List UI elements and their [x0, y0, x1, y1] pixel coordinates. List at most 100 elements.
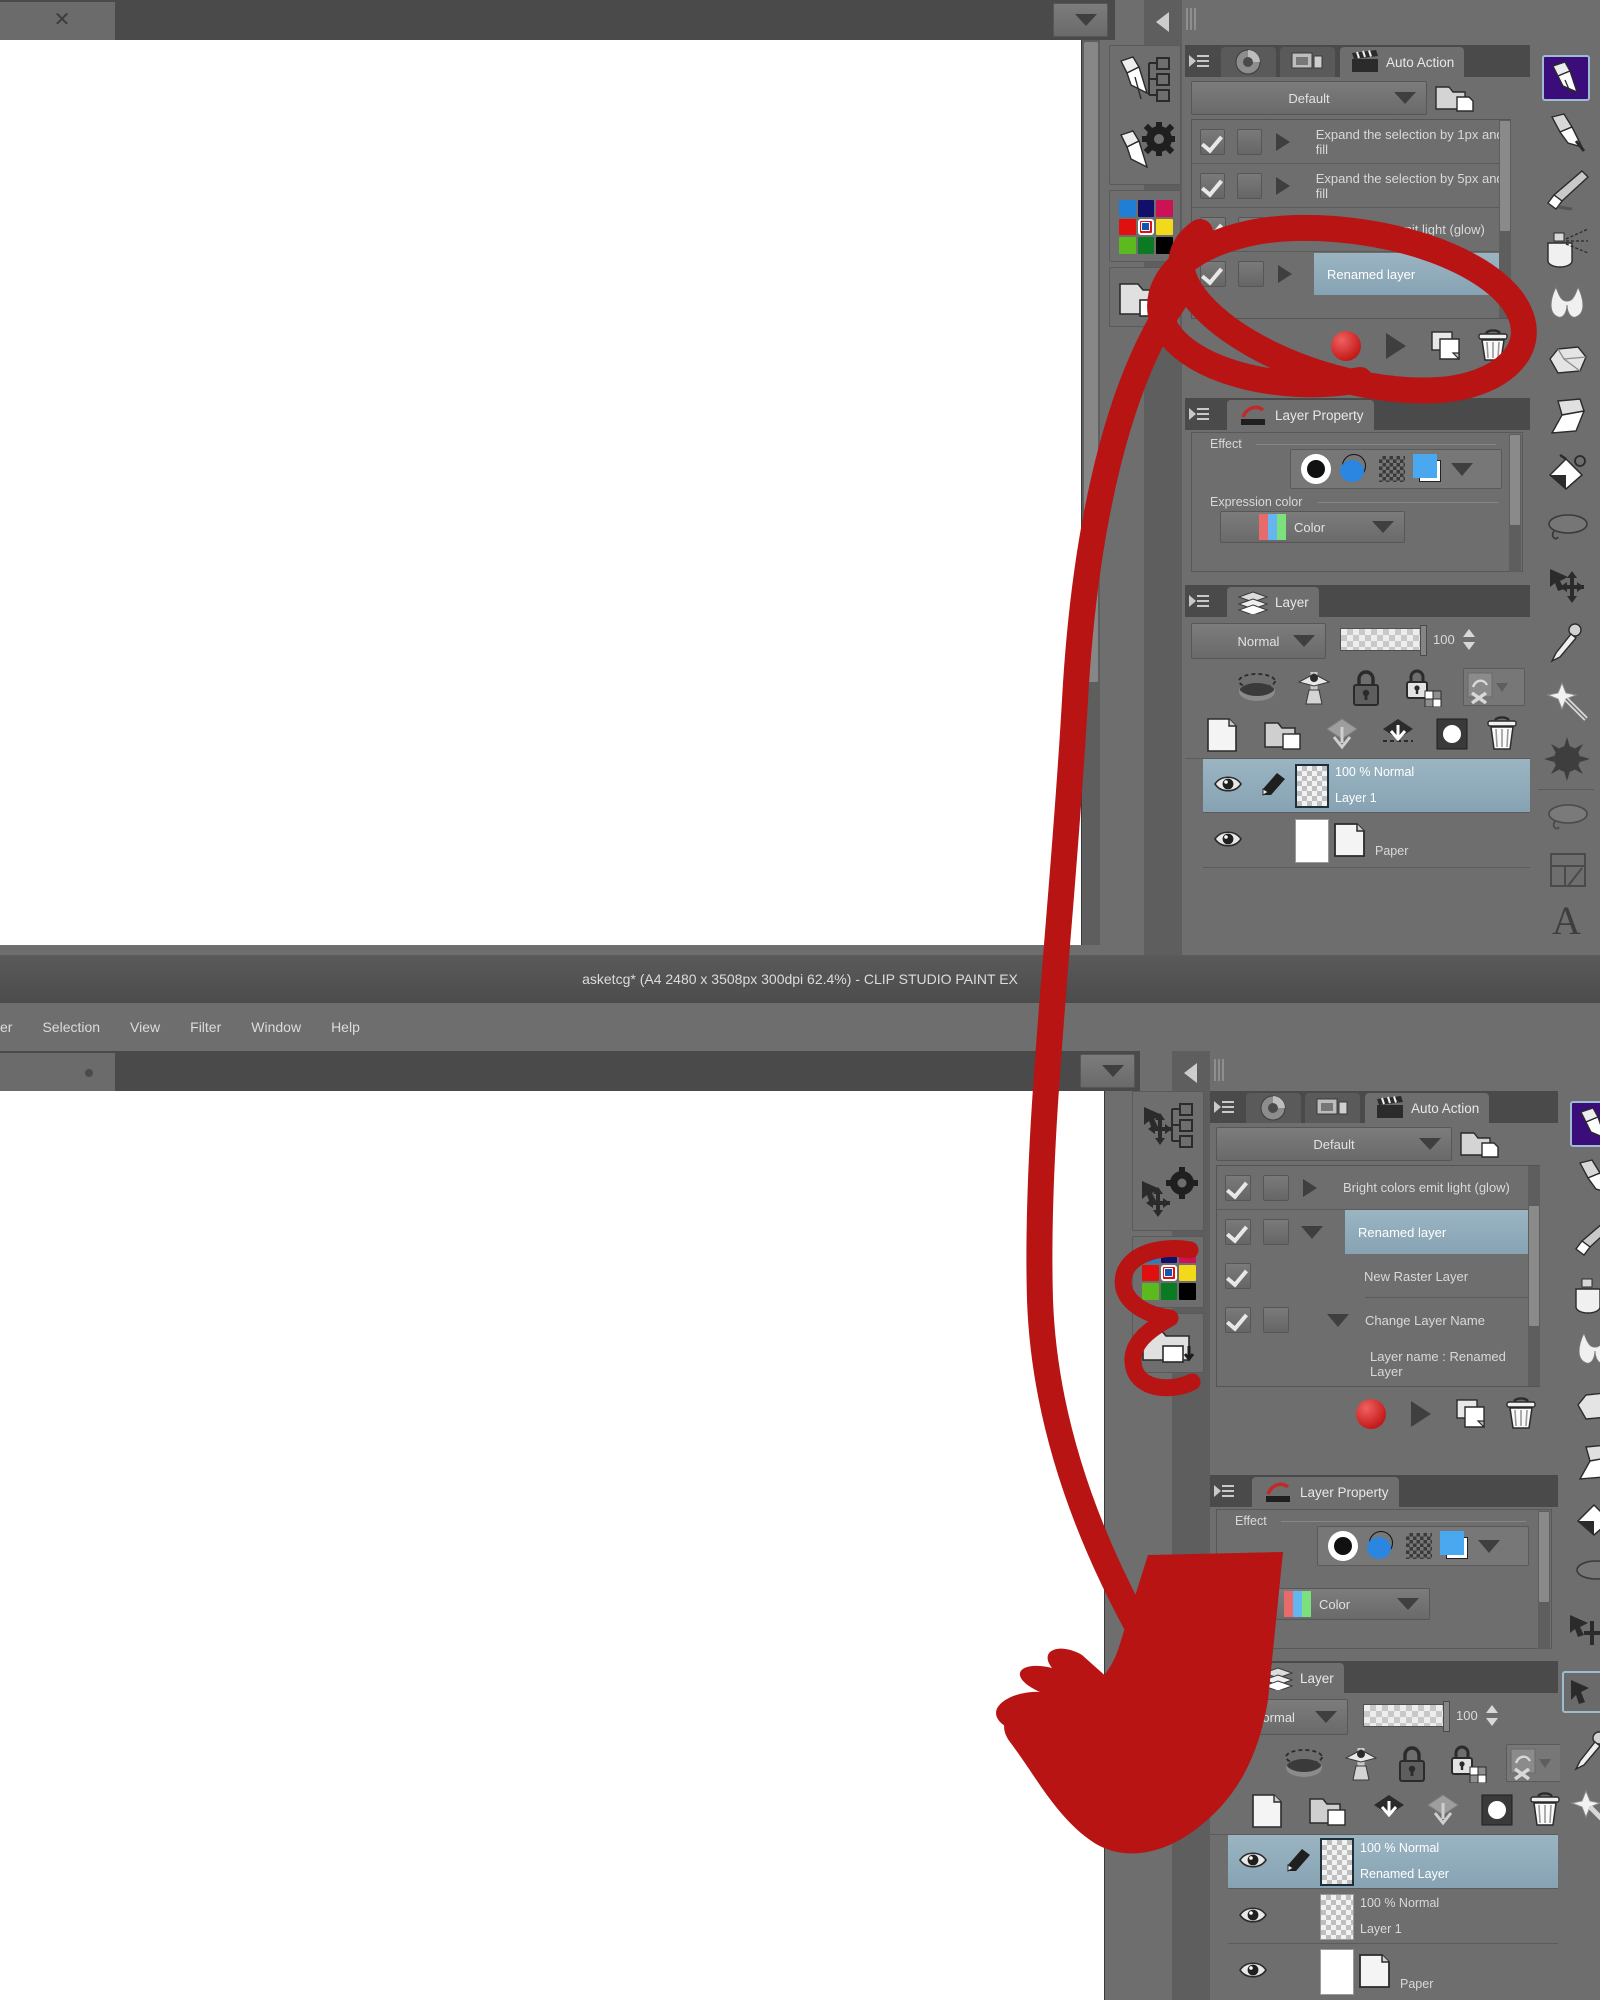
combine-down-icon[interactable]: [1426, 1793, 1460, 1832]
duplicate-icon[interactable]: [1456, 1399, 1490, 1432]
chevron-down-icon[interactable]: [1327, 1313, 1349, 1327]
layer-edit-icon[interactable]: [1284, 1847, 1312, 1876]
record-icon[interactable]: [1356, 1399, 1386, 1429]
layer-thumbnail[interactable]: [1320, 1949, 1354, 1995]
play-icon[interactable]: [1386, 333, 1406, 359]
material-icon[interactable]: [1116, 274, 1176, 322]
list-item[interactable]: Renamed layer: [1192, 252, 1510, 296]
action-enable-checkbox[interactable]: [1200, 128, 1225, 155]
tab-material[interactable]: [1246, 1093, 1301, 1123]
lock-layer-icon[interactable]: [1350, 669, 1382, 710]
action-enable-checkbox[interactable]: [1225, 1219, 1251, 1245]
opacity-stepper[interactable]: [1463, 629, 1477, 655]
tab-layer-property[interactable]: Layer Property: [1227, 400, 1374, 430]
panel-menu-icon[interactable]: [1189, 46, 1211, 76]
tab-auto-action[interactable]: Auto Action: [1365, 1093, 1490, 1123]
auto-action-list-scrollbar[interactable]: [1499, 120, 1511, 318]
opacity-stepper[interactable]: [1486, 1705, 1500, 1731]
pen-settings-icon[interactable]: [1114, 116, 1178, 178]
menu-item-selection[interactable]: Selection: [42, 1019, 100, 1035]
tab-sub-view[interactable]: [1305, 1093, 1360, 1123]
chevron-right-icon[interactable]: [1303, 1178, 1317, 1197]
trash-icon[interactable]: [1476, 327, 1510, 366]
action-enable-checkbox[interactable]: [1225, 1307, 1251, 1333]
canvas-tab-overflow-button[interactable]: [1080, 1054, 1135, 1088]
blend-mode-dropdown[interactable]: Normal: [1191, 623, 1326, 659]
halftone-icon[interactable]: [1406, 1533, 1432, 1559]
panel-menu-icon[interactable]: [1214, 1662, 1236, 1692]
airbrush-icon[interactable]: [1572, 1273, 1600, 1318]
brush-icon[interactable]: [1546, 169, 1590, 214]
layer-color-icon[interactable]: [1440, 1531, 1472, 1561]
chevron-down-icon[interactable]: [1301, 1225, 1323, 1239]
layer-row[interactable]: 100 % Normal Layer 1: [1228, 1890, 1558, 1944]
tab-auto-action[interactable]: Auto Action: [1340, 47, 1465, 77]
tone-effect-icon[interactable]: [1366, 1531, 1398, 1561]
auto-action-list[interactable]: Bright colors emit light (glow) Renamed …: [1216, 1165, 1540, 1387]
layer-thumbnail[interactable]: [1295, 819, 1329, 863]
lasso-icon[interactable]: [1546, 511, 1590, 546]
effect-dropdown-caret[interactable]: [1451, 462, 1473, 476]
layer-edit-icon[interactable]: [1259, 771, 1287, 800]
blend-icon[interactable]: [1574, 1331, 1600, 1370]
opacity-slider[interactable]: [1340, 625, 1427, 656]
expression-color-dropdown[interactable]: Color: [1245, 1588, 1430, 1620]
action-dialog-checkbox[interactable]: [1238, 261, 1264, 287]
menu-item-view[interactable]: View: [130, 1019, 160, 1035]
halftone-icon[interactable]: [1379, 456, 1405, 482]
opacity-slider[interactable]: [1363, 1701, 1450, 1732]
tab-layer[interactable]: Layer: [1227, 587, 1319, 617]
canvas-area[interactable]: [0, 40, 1082, 945]
list-item[interactable]: Expand the selection by 5px and fill: [1192, 164, 1510, 208]
color-swatch-grid[interactable]: [1142, 1246, 1196, 1300]
panel-grip[interactable]: [1186, 8, 1198, 34]
chevron-right-icon[interactable]: [1275, 132, 1290, 151]
list-item[interactable]: Bright colors emit light (glow): [1192, 208, 1510, 252]
chevron-right-icon[interactable]: [1278, 265, 1292, 283]
action-dialog-checkbox[interactable]: [1236, 128, 1262, 155]
list-item[interactable]: Change Layer Name: [1217, 1298, 1539, 1342]
color-swatch-grid[interactable]: [1119, 200, 1173, 254]
layer-visibility-icon[interactable]: [1238, 1849, 1268, 1874]
layer-list[interactable]: 100 % Normal Renamed Layer 100 % Normal …: [1210, 1835, 1558, 2000]
new-layer-folder-icon[interactable]: [1308, 1795, 1348, 1830]
pencil-icon[interactable]: [1574, 1159, 1600, 1202]
new-folder-icon[interactable]: [1460, 1129, 1504, 1161]
action-dialog-checkbox[interactable]: [1263, 1174, 1289, 1201]
menu-item-help[interactable]: Help: [331, 1019, 360, 1035]
layer-mask-icon[interactable]: [1480, 1793, 1514, 1830]
new-layer-folder-icon[interactable]: [1263, 719, 1303, 754]
trash-icon[interactable]: [1504, 1395, 1538, 1434]
pen-icon[interactable]: [1570, 1101, 1600, 1147]
layer-property-scrollbar[interactable]: [1538, 1511, 1550, 1649]
tab-sub-view[interactable]: [1280, 47, 1335, 77]
canvas-area[interactable]: [0, 1091, 1105, 2000]
decoration-icon[interactable]: [1544, 737, 1590, 784]
blend-icon[interactable]: [1546, 285, 1588, 324]
layer-mask-icon[interactable]: [1435, 717, 1469, 754]
panel-menu-icon[interactable]: [1189, 399, 1211, 429]
action-enable-checkbox[interactable]: [1225, 1174, 1251, 1201]
new-raster-layer-icon[interactable]: [1205, 717, 1239, 756]
tab-material[interactable]: [1221, 47, 1276, 77]
layer-visibility-icon[interactable]: [1213, 773, 1243, 798]
panel-grip[interactable]: [1214, 1059, 1226, 1085]
auto-action-set-dropdown[interactable]: Default: [1191, 81, 1427, 115]
action-enable-checkbox[interactable]: [1225, 1263, 1251, 1289]
canvas-vertical-scrollbar[interactable]: [1082, 40, 1100, 945]
chevron-right-icon[interactable]: [1275, 176, 1290, 195]
move-icon[interactable]: [1566, 1611, 1600, 1654]
layer-row[interactable]: Paper: [1228, 1945, 1558, 1999]
lock-layer-icon[interactable]: [1396, 1745, 1428, 1786]
layer-row[interactable]: 100 % Normal Renamed Layer: [1228, 1835, 1558, 1889]
pencil-icon[interactable]: [1546, 113, 1588, 156]
tone-effect-icon[interactable]: [1339, 454, 1371, 484]
lock-pixels-icon[interactable]: [1448, 1743, 1488, 1786]
layer-visibility-icon[interactable]: [1238, 1959, 1268, 1984]
effect-button-group[interactable]: [1290, 449, 1502, 489]
menu-item-filter[interactable]: Filter: [190, 1019, 221, 1035]
text-icon[interactable]: A: [1552, 901, 1581, 941]
list-item[interactable]: Bright colors emit light (glow): [1217, 1166, 1539, 1210]
rock-eraser-icon[interactable]: [1544, 341, 1590, 382]
eraser-icon[interactable]: [1574, 1443, 1600, 1486]
